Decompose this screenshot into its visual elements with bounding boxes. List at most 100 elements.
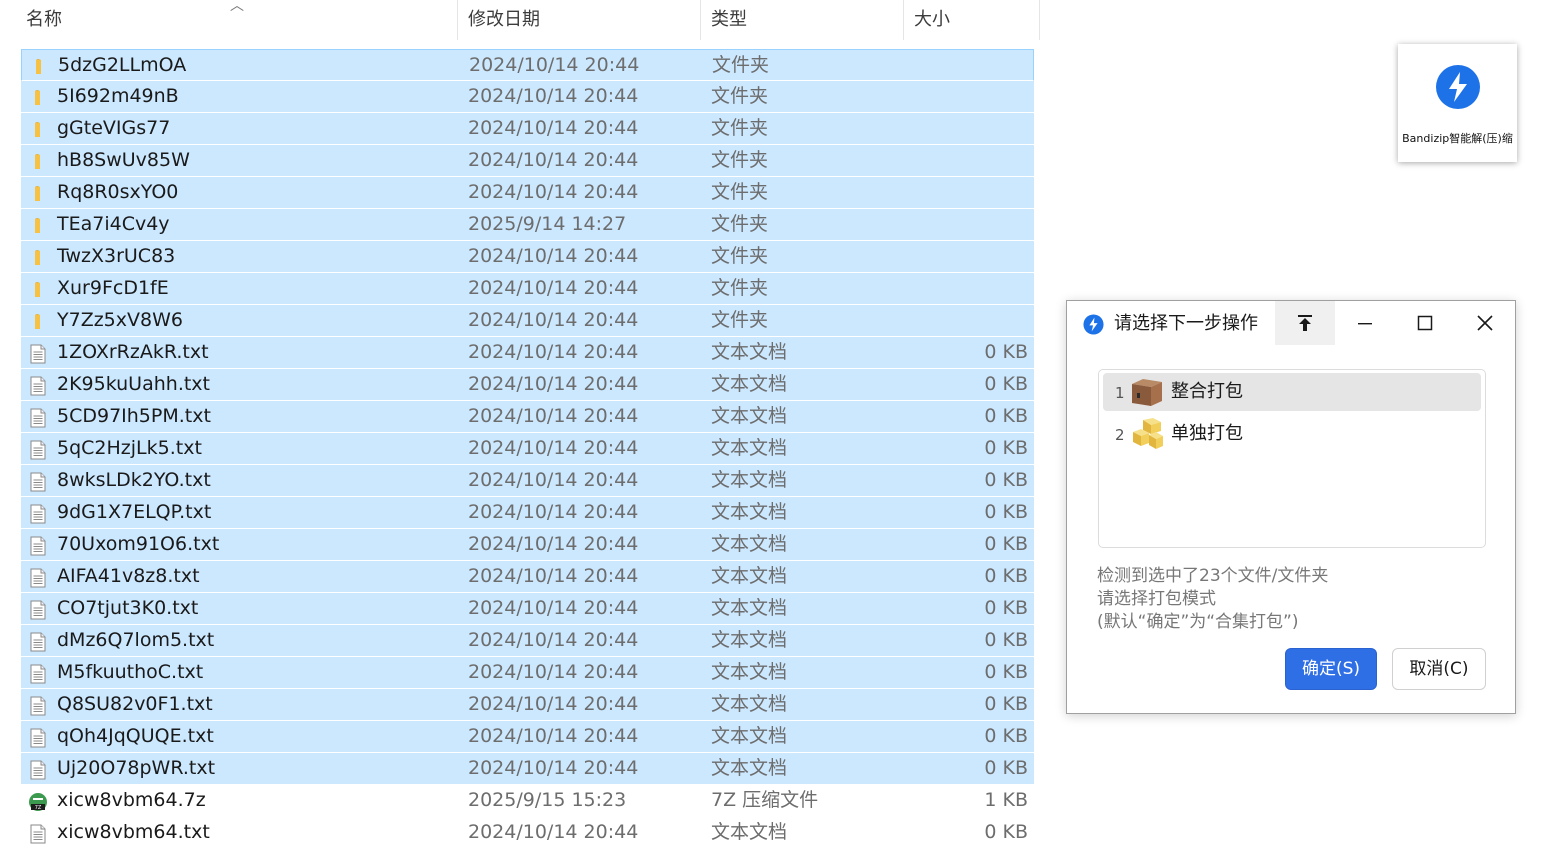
pack-mode-dialog: 请选择下一步操作 1 整合打包 2 单独打包 检测到选中了23个文件/文件夹 请…: [1066, 300, 1516, 714]
folder-row[interactable]: 5I692m49nB 2024/10/14 20:44 文件夹: [21, 81, 1034, 113]
file-size: 0 KB: [984, 565, 1028, 587]
multiple-boxes-icon: [1133, 418, 1163, 449]
file-type: 文本文档: [711, 565, 788, 587]
column-header-type[interactable]: 类型: [701, 0, 904, 40]
file-name: hB8SwUv85W: [57, 149, 190, 171]
pin-top-icon: [1298, 315, 1312, 331]
folder-row[interactable]: Rq8R0sxYO0 2024/10/14 20:44 文件夹: [21, 177, 1034, 209]
column-header-date-label: 修改日期: [468, 9, 540, 30]
text-file-icon: [28, 823, 48, 844]
file-type: 文件夹: [711, 245, 769, 267]
cancel-button[interactable]: 取消(C): [1392, 648, 1486, 690]
close-button[interactable]: [1455, 301, 1515, 345]
file-type: 文本文档: [711, 437, 788, 459]
file-name: gGteVIGs77: [57, 117, 171, 139]
file-type: 文本文档: [711, 341, 788, 363]
file-type: 文本文档: [711, 757, 788, 779]
file-row[interactable]: Q8SU82v0F1.txt 2024/10/14 20:44 文本文档 0 KB: [21, 689, 1034, 721]
file-row[interactable]: 2K95kuUahh.txt 2024/10/14 20:44 文本文档 0 KB: [21, 369, 1034, 401]
column-header-type-label: 类型: [711, 9, 747, 30]
file-size: 0 KB: [984, 629, 1028, 651]
file-date: 2024/10/14 20:44: [468, 149, 639, 171]
file-date: 2024/10/14 20:44: [468, 117, 639, 139]
file-name: 5CD97Ih5PM.txt: [57, 405, 211, 427]
bandizip-logo-icon: [1436, 65, 1480, 109]
dialog-titlebar[interactable]: 请选择下一步操作: [1067, 301, 1515, 347]
column-header-date[interactable]: 修改日期: [458, 0, 701, 40]
text-file-icon: [28, 727, 48, 748]
file-row[interactable]: 9dG1X7ELQP.txt 2024/10/14 20:44 文本文档 0 KB: [21, 497, 1034, 529]
file-type: 文本文档: [711, 373, 788, 395]
file-type: 文件夹: [711, 181, 769, 203]
folder-row[interactable]: TwzX3rUC83 2024/10/14 20:44 文件夹: [21, 241, 1034, 273]
option-separate-pack[interactable]: 2 单独打包: [1103, 415, 1481, 453]
option-number: 1: [1115, 384, 1125, 402]
file-row[interactable]: 1ZOXrRzAkR.txt 2024/10/14 20:44 文本文档 0 KB: [21, 337, 1034, 369]
folder-row[interactable]: gGteVIGs77 2024/10/14 20:44 文件夹: [21, 113, 1034, 145]
folder-row[interactable]: Xur9FcD1fE 2024/10/14 20:44 文件夹: [21, 273, 1034, 305]
file-row[interactable]: CO7tjut3K0.txt 2024/10/14 20:44 文本文档 0 KB: [21, 593, 1034, 625]
text-file-icon: [28, 503, 48, 524]
file-row[interactable]: 8wksLDk2YO.txt 2024/10/14 20:44 文本文档 0 KB: [21, 465, 1034, 497]
minimize-button[interactable]: [1335, 301, 1395, 345]
file-row[interactable]: M5fkuuthoC.txt 2024/10/14 20:44 文本文档 0 KB: [21, 657, 1034, 689]
file-row[interactable]: 5CD97Ih5PM.txt 2024/10/14 20:44 文本文档 0 KB: [21, 401, 1034, 433]
file-row[interactable]: Uj20O78pWR.txt 2024/10/14 20:44 文本文档 0 KB: [21, 753, 1034, 785]
folder-row[interactable]: TEa7i4Cv4y 2025/9/14 14:27 文件夹: [21, 209, 1034, 241]
folder-row[interactable]: hB8SwUv85W 2024/10/14 20:44 文件夹: [21, 145, 1034, 177]
file-name: qOh4JqQUQE.txt: [57, 725, 214, 747]
column-header-size[interactable]: 大小: [904, 0, 1040, 40]
file-list-pane: ︿ 名称 修改日期 类型 大小 5dzG2LLmOA 2024/10/14 20:…: [0, 0, 1040, 863]
option-label: 单独打包: [1171, 423, 1243, 444]
file-date: 2024/10/14 20:44: [468, 181, 639, 203]
ok-button[interactable]: 确定(S): [1285, 648, 1377, 690]
maximize-button[interactable]: [1395, 301, 1455, 345]
file-size: 0 KB: [984, 661, 1028, 683]
file-date: 2024/10/14 20:44: [468, 341, 639, 363]
folder-row[interactable]: Y7Zz5xV8W6 2024/10/14 20:44 文件夹: [21, 305, 1034, 337]
file-name: Y7Zz5xV8W6: [57, 309, 183, 331]
file-type: 文件夹: [711, 309, 769, 331]
file-name: TEa7i4Cv4y: [57, 213, 170, 235]
file-type: 文本文档: [711, 533, 788, 555]
bandizip-card-label: Bandizip智能解(压)缩: [1402, 132, 1513, 145]
folder-icon: [29, 56, 49, 76]
file-row[interactable]: 7Z xicw8vbm64.7z 2025/9/15 15:23 7Z 压缩文件 1 K…: [21, 785, 1034, 817]
file-row[interactable]: 70Uxom91O6.txt 2024/10/14 20:44 文本文档 0 KB: [21, 529, 1034, 561]
file-name: xicw8vbm64.7z: [57, 789, 206, 811]
file-row[interactable]: dMz6Q7lom5.txt 2024/10/14 20:44 文本文档 0 KB: [21, 625, 1034, 657]
file-size: 0 KB: [984, 437, 1028, 459]
file-size: 0 KB: [984, 341, 1028, 363]
file-type: 文本文档: [711, 821, 788, 843]
text-file-icon: [28, 439, 48, 460]
choose-mode-message: 请选择打包模式: [1097, 589, 1216, 609]
svg-text:7Z: 7Z: [35, 805, 42, 811]
file-date: 2024/10/14 20:44: [468, 629, 639, 651]
file-name: TwzX3rUC83: [57, 245, 176, 267]
file-name: xicw8vbm64.txt: [57, 821, 210, 843]
file-name: 1ZOXrRzAkR.txt: [57, 341, 209, 363]
folder-icon: [28, 247, 48, 267]
file-name: CO7tjut3K0.txt: [57, 597, 199, 619]
column-header-name[interactable]: ︿ 名称: [0, 0, 458, 40]
7z-archive-icon: 7Z: [28, 791, 48, 811]
file-date: 2024/10/14 20:44: [468, 661, 639, 683]
file-name: 5dzG2LLmOA: [58, 54, 187, 76]
bandizip-quick-card[interactable]: Bandizip智能解(压)缩: [1398, 44, 1517, 162]
folder-icon: [28, 151, 48, 171]
folder-icon: [28, 119, 48, 139]
file-type: 文本文档: [711, 469, 788, 491]
pin-on-top-button[interactable]: [1275, 301, 1335, 345]
file-name: 5qC2HzjLk5.txt: [57, 437, 202, 459]
file-row[interactable]: xicw8vbm64.txt 2024/10/14 20:44 文本文档 0 KB: [21, 817, 1034, 849]
file-date: 2024/10/14 20:44: [468, 565, 639, 587]
file-date: 2024/10/14 20:44: [468, 309, 639, 331]
option-merge-pack[interactable]: 1 整合打包: [1103, 373, 1481, 411]
file-date: 2024/10/14 20:44: [468, 469, 639, 491]
column-header-name-label: 名称: [26, 9, 62, 30]
file-row[interactable]: AIFA41v8z8.txt 2024/10/14 20:44 文本文档 0 KB: [21, 561, 1034, 593]
file-row[interactable]: 5qC2HzjLk5.txt 2024/10/14 20:44 文本文档 0 KB: [21, 433, 1034, 465]
pack-mode-list: 1 整合打包 2 单独打包: [1098, 369, 1486, 548]
file-row[interactable]: qOh4JqQUQE.txt 2024/10/14 20:44 文本文档 0 KB: [21, 721, 1034, 753]
folder-row[interactable]: 5dzG2LLmOA 2024/10/14 20:44 文件夹: [21, 49, 1034, 81]
